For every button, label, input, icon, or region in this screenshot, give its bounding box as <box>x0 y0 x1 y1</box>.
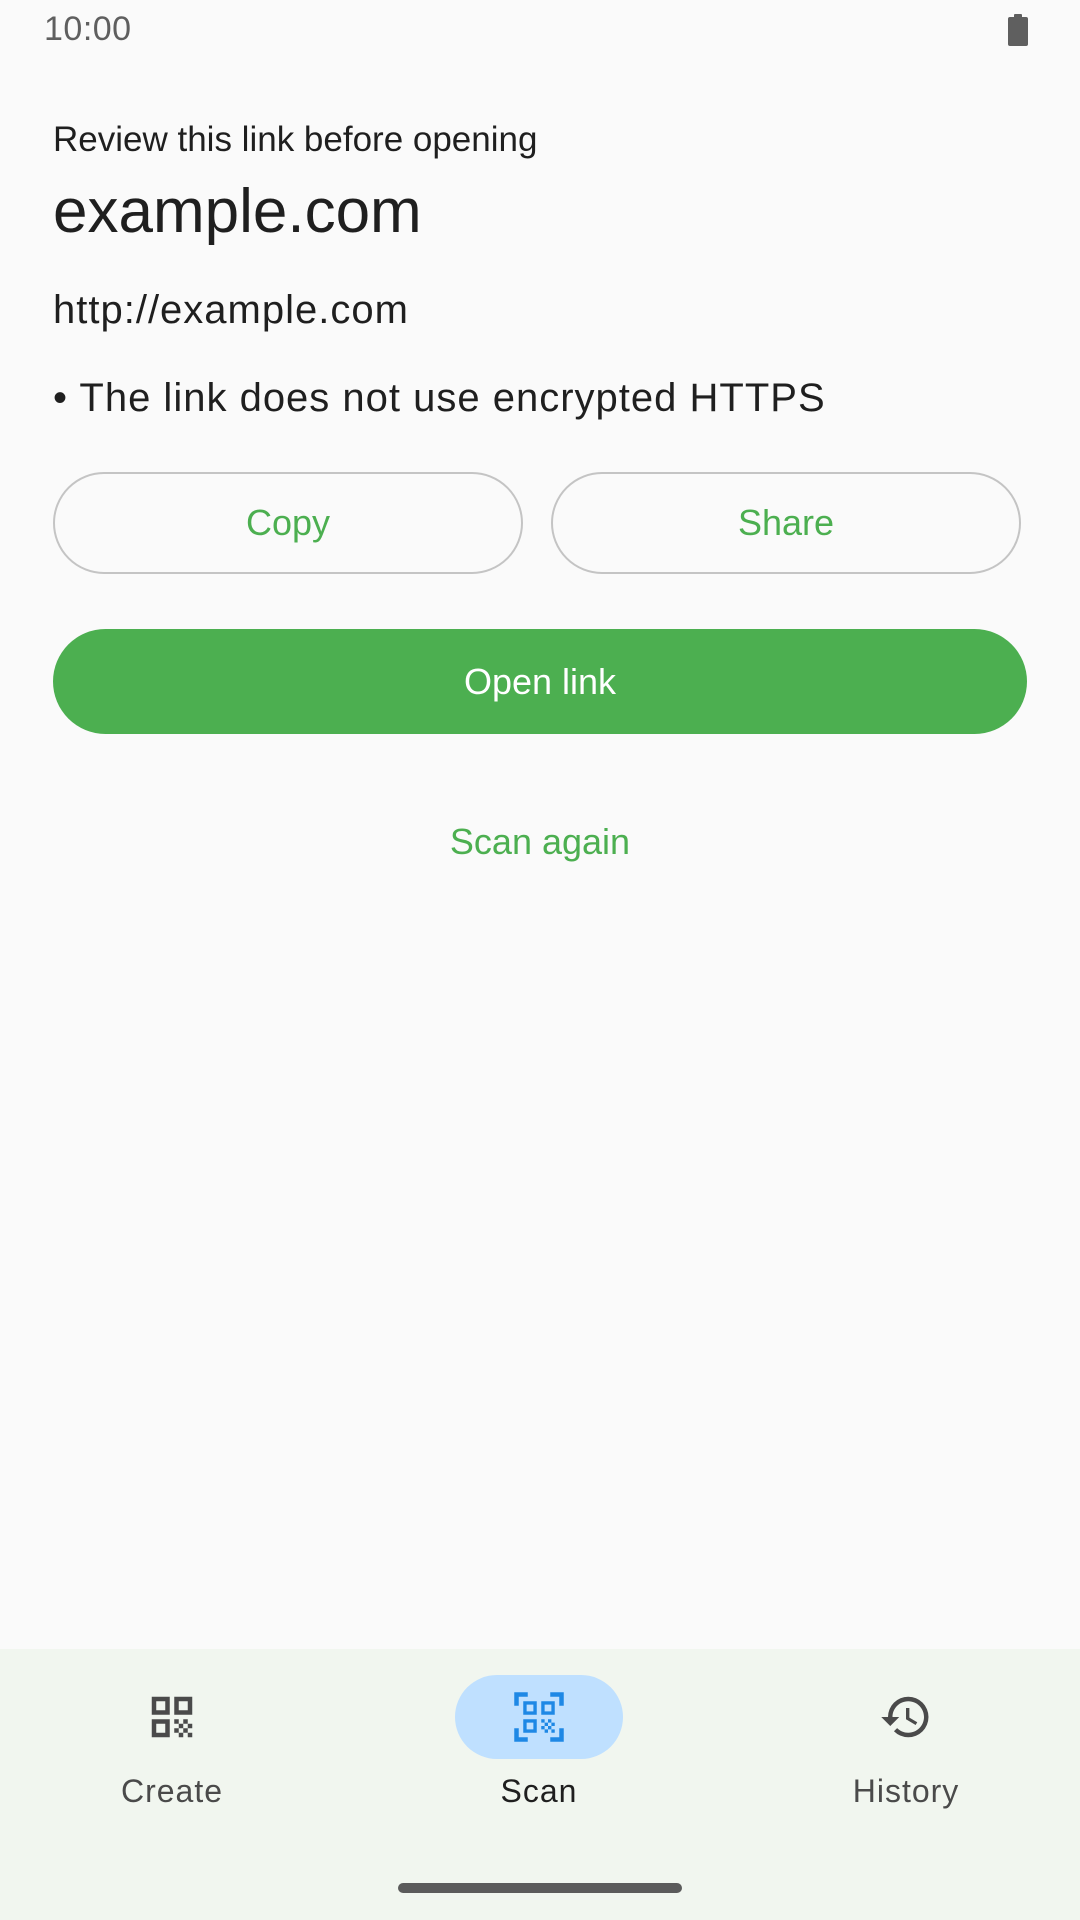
review-subtitle: Review this link before opening <box>53 120 538 159</box>
nav-item-scan[interactable]: Scan <box>414 1675 664 1815</box>
copy-button[interactable]: Copy <box>53 472 523 574</box>
home-indicator[interactable] <box>398 1883 682 1893</box>
link-domain: example.com <box>53 177 422 246</box>
nav-label-scan: Scan <box>500 1773 578 1809</box>
status-time: 10:00 <box>44 10 132 48</box>
nav-label-create: Create <box>120 1773 224 1809</box>
https-warning: • The link does not use encrypted HTTPS <box>53 376 826 420</box>
share-button-label: Share <box>737 502 835 543</box>
bottom-navigation-bar: Create Scan History <box>0 1649 1080 1920</box>
link-review-screen: 10:00 Review this link before opening ex… <box>0 0 1080 1920</box>
history-icon <box>881 1696 929 1738</box>
scan-again-button[interactable]: Scan again <box>440 812 640 872</box>
link-url: http://example.com <box>53 288 409 332</box>
open-link-button-label: Open link <box>463 660 617 702</box>
share-button[interactable]: Share <box>551 472 1021 574</box>
nav-label-history: History <box>852 1773 960 1809</box>
scan-again-button-label: Scan again <box>449 821 631 862</box>
nav-item-history[interactable]: History <box>781 1675 1031 1815</box>
open-link-button[interactable]: Open link <box>53 629 1027 734</box>
copy-button-label: Copy <box>245 502 331 543</box>
qr-code-icon <box>151 1696 193 1738</box>
qr-scanner-icon <box>514 1692 564 1742</box>
nav-item-create[interactable]: Create <box>47 1675 297 1815</box>
status-bar: 10:00 <box>0 0 1080 64</box>
battery-full-icon <box>1008 14 1028 46</box>
